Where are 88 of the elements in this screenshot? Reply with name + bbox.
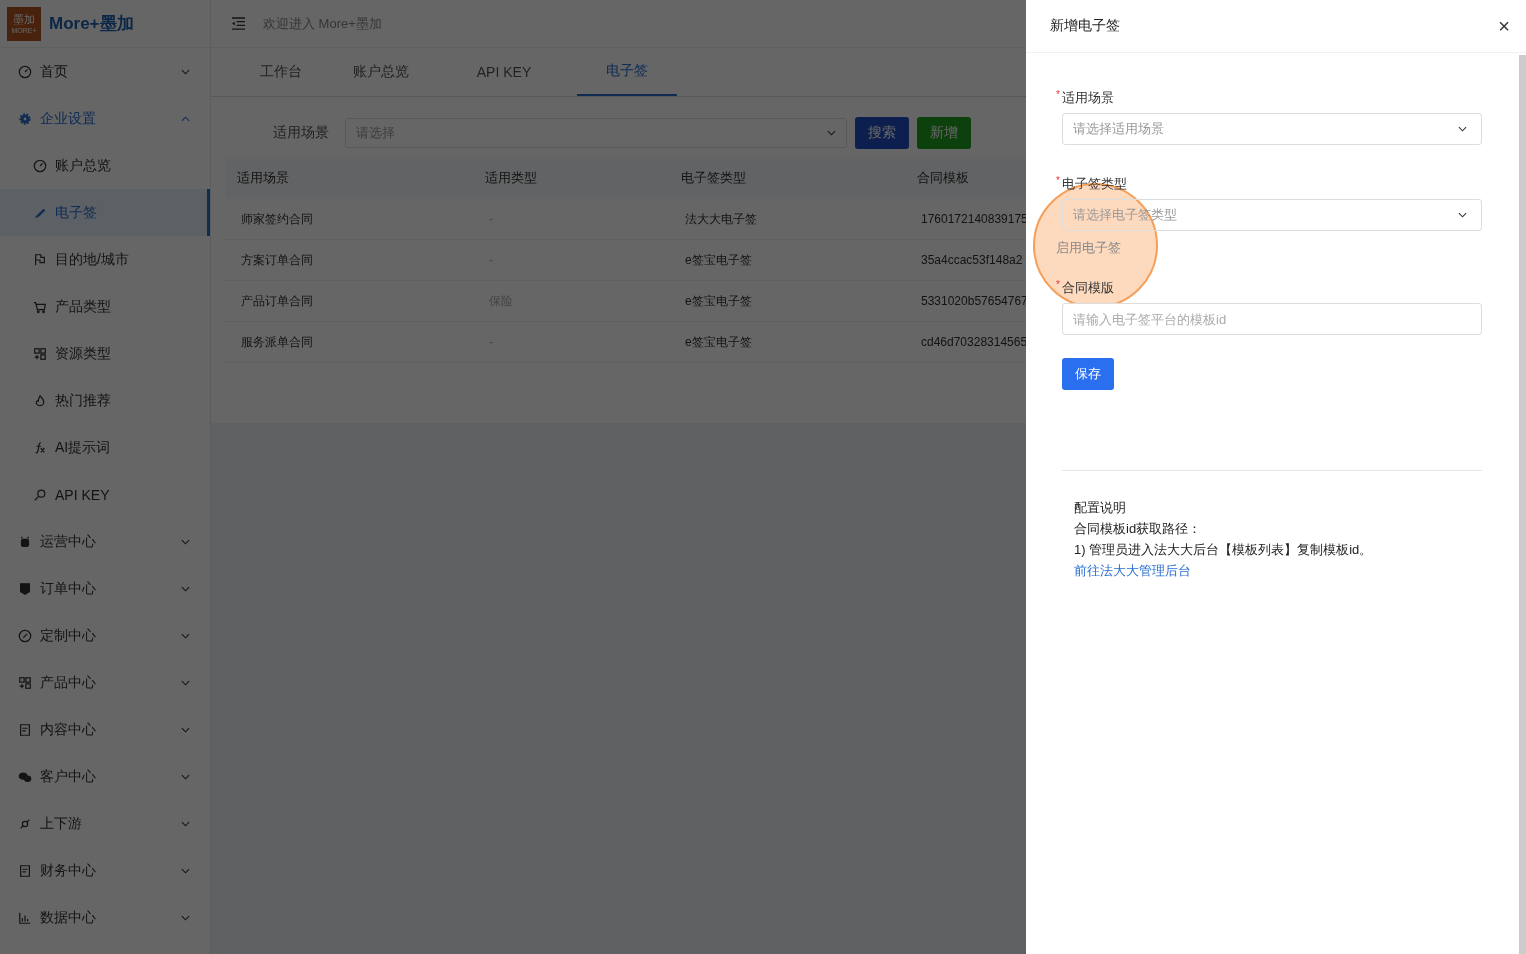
required-mark: * bbox=[1056, 175, 1061, 186]
grid-icon bbox=[18, 675, 32, 690]
notes-text: 合同模板id获取路径： bbox=[1074, 520, 1203, 538]
chart-icon bbox=[18, 910, 32, 925]
chevron-icon bbox=[181, 820, 190, 827]
submenu-item[interactable]: 热门推荐 bbox=[0, 377, 210, 424]
table-cell: 服务派单合同 bbox=[225, 321, 473, 363]
submenu-item[interactable]: 目的地/城市 bbox=[0, 236, 210, 283]
search-button[interactable]: 搜索 bbox=[855, 117, 909, 149]
submenu-item[interactable]: 账户总览 bbox=[0, 142, 210, 189]
cart-icon bbox=[33, 299, 47, 314]
menu-item[interactable]: 首页 bbox=[0, 48, 210, 95]
gauge-icon bbox=[18, 64, 32, 79]
chevron-icon bbox=[1458, 212, 1467, 218]
notes-heading: 配置说明 bbox=[1074, 499, 1127, 517]
table-cell: 产品订单合同 bbox=[225, 280, 473, 322]
admin-link[interactable]: 前往法大大管理后台 bbox=[1074, 563, 1191, 578]
required-mark: * bbox=[1056, 279, 1061, 290]
chevron-icon bbox=[181, 632, 190, 639]
submenu-item[interactable]: API KEY bbox=[0, 471, 210, 518]
menu-item[interactable]: 财务中心 bbox=[0, 847, 210, 894]
submenu-item[interactable]: AI提示词 bbox=[0, 424, 210, 471]
chevron-icon bbox=[181, 914, 190, 921]
close-button[interactable]: × bbox=[1494, 14, 1514, 38]
menu-item[interactable]: 订单中心 bbox=[0, 565, 210, 612]
column-header: 电子签类型 bbox=[669, 157, 905, 199]
chevron-icon bbox=[181, 538, 190, 545]
menu-item[interactable]: 客户中心 bbox=[0, 753, 210, 800]
field-label: * 适用场景 bbox=[1056, 89, 1115, 105]
column-header: 适用场景 bbox=[225, 157, 473, 199]
chat-icon bbox=[18, 769, 32, 784]
menu-item[interactable]: 上下游 bbox=[0, 800, 210, 847]
table-cell: - bbox=[473, 199, 669, 240]
tab[interactable]: API KEY bbox=[431, 48, 577, 96]
select-field[interactable]: 请选择适用场景 bbox=[1062, 113, 1482, 145]
add-button[interactable]: 新增 bbox=[917, 117, 971, 149]
required-mark: * bbox=[1056, 89, 1061, 100]
notes-text: 1) 管理员进入法大大后台【模板列表】复制模板id。 bbox=[1074, 541, 1374, 559]
menu-item[interactable]: 定制中心 bbox=[0, 612, 210, 659]
function-icon bbox=[33, 440, 47, 455]
table-cell: e签宝电子签 bbox=[669, 280, 905, 322]
table-cell: 法大大电子签 bbox=[669, 199, 905, 240]
table-cell: 师家签约合同 bbox=[225, 199, 473, 240]
field-label: 启用电子签 bbox=[1056, 239, 1122, 255]
filter-label: 适用场景 bbox=[273, 124, 329, 142]
submenu-item[interactable]: 资源类型 bbox=[0, 330, 210, 377]
settings-icon bbox=[18, 111, 32, 126]
table-cell: - bbox=[473, 321, 669, 363]
table-cell: e签宝电子签 bbox=[669, 321, 905, 363]
submenu-item[interactable]: 电子签 bbox=[0, 189, 210, 236]
drawer-title: 新增电子签 bbox=[1050, 17, 1120, 35]
column-header: 适用类型 bbox=[473, 157, 669, 199]
document-icon bbox=[18, 863, 32, 878]
document-icon bbox=[18, 722, 32, 737]
submenu-item[interactable]: 产品类型 bbox=[0, 283, 210, 330]
chevron-icon bbox=[181, 679, 190, 686]
search-icon bbox=[33, 487, 47, 502]
menu-item[interactable]: 内容中心 bbox=[0, 706, 210, 753]
app-name: More+墨加 bbox=[49, 13, 134, 35]
chevron-icon bbox=[1458, 126, 1467, 132]
robot-icon bbox=[18, 534, 32, 549]
table-cell: - bbox=[473, 239, 669, 281]
tab[interactable]: 工作台 bbox=[231, 48, 331, 96]
save-button[interactable]: 保存 bbox=[1062, 358, 1114, 390]
flag-icon bbox=[33, 252, 47, 267]
chevron-icon bbox=[181, 585, 190, 592]
menu-item[interactable]: 产品中心 bbox=[0, 659, 210, 706]
table-cell: 方案订单合同 bbox=[225, 239, 473, 281]
chevron-icon bbox=[181, 115, 190, 122]
menu-icon[interactable] bbox=[231, 17, 246, 30]
field-label: * 合同模版 bbox=[1056, 279, 1115, 295]
menu-item[interactable]: 数据中心 bbox=[0, 894, 210, 941]
input-field[interactable]: 请输入电子签平台的模板id bbox=[1062, 303, 1482, 335]
table-cell: e签宝电子签 bbox=[669, 239, 905, 281]
chevron-icon bbox=[181, 68, 190, 75]
tab[interactable]: 账户总览 bbox=[331, 48, 431, 96]
chevron-icon bbox=[827, 130, 836, 136]
chevron-icon bbox=[181, 726, 190, 733]
chevron-icon bbox=[181, 867, 190, 874]
compass-icon bbox=[18, 628, 32, 643]
flame-icon bbox=[33, 393, 47, 408]
gauge-icon bbox=[33, 158, 47, 173]
menu-item[interactable]: 企业设置 bbox=[0, 95, 210, 142]
grid-icon bbox=[33, 346, 47, 361]
shield-icon bbox=[18, 581, 32, 596]
chevron-icon bbox=[181, 773, 190, 780]
scrollbar[interactable] bbox=[1519, 55, 1526, 954]
menu-item[interactable]: 运营中心 bbox=[0, 518, 210, 565]
